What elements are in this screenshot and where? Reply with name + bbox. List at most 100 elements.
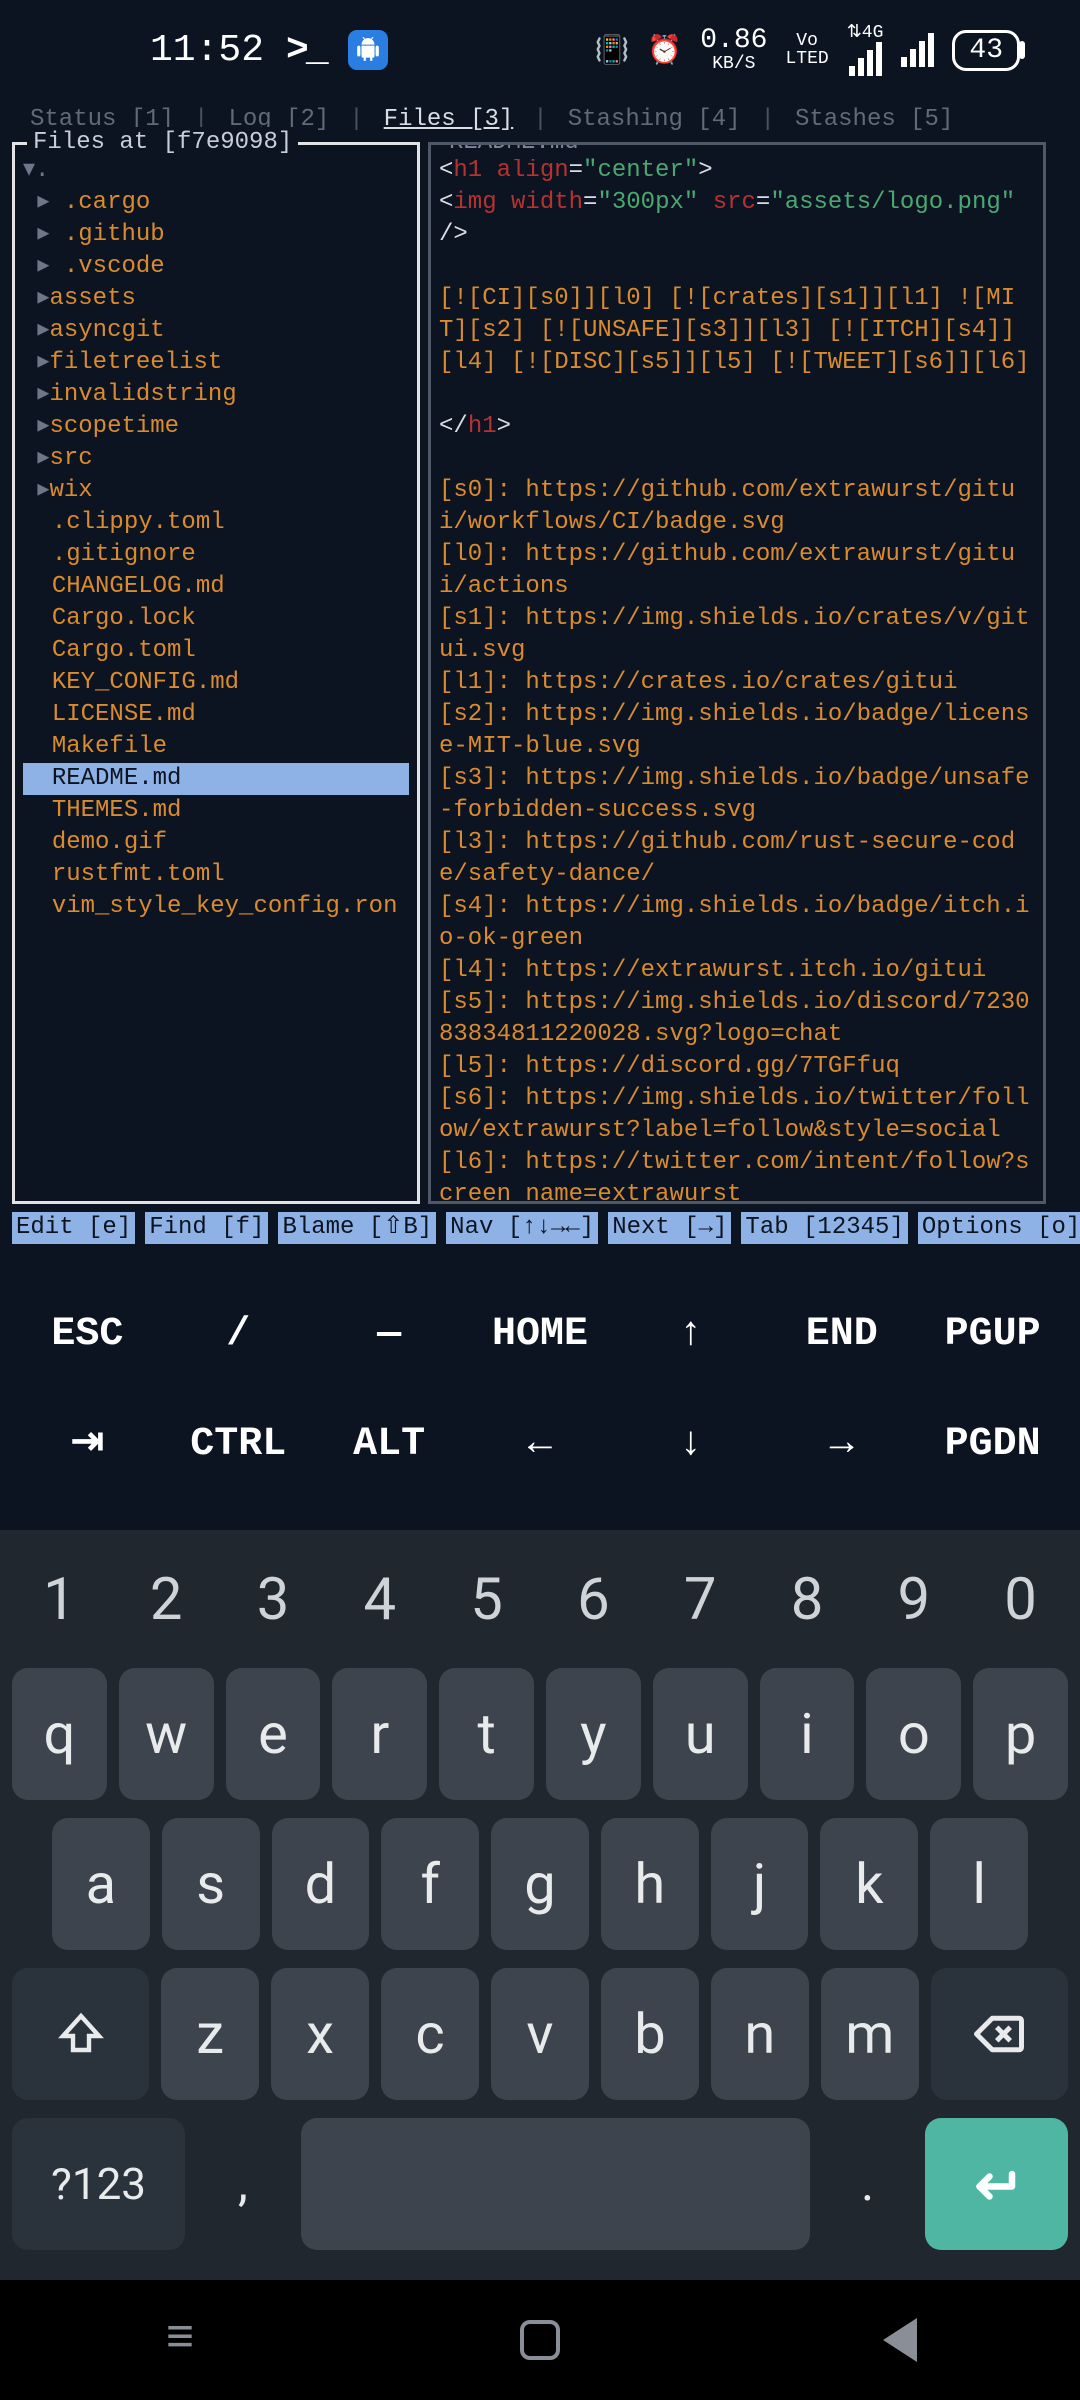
extra-key-row: ESC/—HOME↑ENDPGUP ⇥CTRLALT←↓→PGDN <box>12 1280 1068 1500</box>
tree-item[interactable]: CHANGELOG.md <box>23 571 409 603</box>
content-line <box>439 379 1035 411</box>
extra-key-esc[interactable]: ESC <box>12 1280 163 1390</box>
tree-item[interactable]: ▸wix <box>23 475 409 507</box>
extra-key-↑[interactable]: ↑ <box>615 1280 766 1390</box>
comma-key[interactable]: , <box>197 2118 289 2250</box>
extra-key-⇥[interactable]: ⇥ <box>12 1390 163 1500</box>
back-button[interactable] <box>860 2318 940 2362</box>
shift-key[interactable] <box>12 1968 149 2100</box>
key-c[interactable]: c <box>381 1968 479 2100</box>
content-line: <h1 align="center"> <box>439 155 1035 187</box>
key-w[interactable]: w <box>119 1668 214 1800</box>
tree-item[interactable]: ▸assets <box>23 283 409 315</box>
key-p[interactable]: p <box>973 1668 1068 1800</box>
extra-key-pgdn[interactable]: PGDN <box>917 1390 1068 1500</box>
tree-item[interactable]: ▸scopetime <box>23 411 409 443</box>
tree-item[interactable]: ▸filetreelist <box>23 347 409 379</box>
tree-item[interactable]: .clippy.toml <box>23 507 409 539</box>
tree-item[interactable]: README.md <box>23 763 409 795</box>
key-h[interactable]: h <box>601 1818 699 1950</box>
enter-key[interactable] <box>925 2118 1068 2250</box>
content-line: [s1]: https://img.shields.io/crates/v/gi… <box>439 603 1035 667</box>
tree-item[interactable]: demo.gif <box>23 827 409 859</box>
key-e[interactable]: e <box>226 1668 321 1800</box>
key-f[interactable]: f <box>381 1818 479 1950</box>
extra-key-/[interactable]: / <box>163 1280 314 1390</box>
tab-stashing[interactable]: Stashing [4] <box>568 104 741 136</box>
tree-item[interactable]: Cargo.toml <box>23 635 409 667</box>
extra-key-pgup[interactable]: PGUP <box>917 1280 1068 1390</box>
key-1[interactable]: 1 <box>12 1550 107 1650</box>
tree-item[interactable]: KEY_CONFIG.md <box>23 667 409 699</box>
key-0[interactable]: 0 <box>973 1550 1068 1650</box>
tree-item[interactable]: .gitignore <box>23 539 409 571</box>
space-key[interactable] <box>301 2118 810 2250</box>
terminal-viewport[interactable]: Status [1]|Log [2]|Files [3]|Stashing [4… <box>0 100 1080 1500</box>
tree-item[interactable]: ▸src <box>23 443 409 475</box>
key-d[interactable]: d <box>272 1818 370 1950</box>
key-2[interactable]: 2 <box>119 1550 214 1650</box>
key-r[interactable]: r <box>332 1668 427 1800</box>
tree-item[interactable]: rustfmt.toml <box>23 859 409 891</box>
key-8[interactable]: 8 <box>760 1550 855 1650</box>
backspace-key[interactable] <box>931 1968 1068 2100</box>
key-i[interactable]: i <box>760 1668 855 1800</box>
file-tree-pane[interactable]: Files at [f7e9098] ▾. ▸ .cargo ▸ .github… <box>12 142 420 1204</box>
content-line: </h1> <box>439 411 1035 443</box>
key-b[interactable]: b <box>601 1968 699 2100</box>
tab-files[interactable]: Files [3] <box>384 104 514 136</box>
key-t[interactable]: t <box>439 1668 534 1800</box>
soft-keyboard: 1234567890 qwertyuiop asdfghjkl zxcvbnm … <box>0 1530 1080 2280</box>
key-a[interactable]: a <box>52 1818 150 1950</box>
tree-item[interactable]: ▸ .github <box>23 219 409 251</box>
keybind-hint: Nav [↑↓→←] <box>446 1212 598 1244</box>
tree-item[interactable]: THEMES.md <box>23 795 409 827</box>
extra-key-home[interactable]: HOME <box>465 1280 616 1390</box>
extra-key-↓[interactable]: ↓ <box>615 1390 766 1500</box>
file-content-pane[interactable]: README.md <h1 align="center"><img width=… <box>428 142 1046 1204</box>
key-o[interactable]: o <box>866 1668 961 1800</box>
key-5[interactable]: 5 <box>439 1550 534 1650</box>
extra-key-ctrl[interactable]: CTRL <box>163 1390 314 1500</box>
key-q[interactable]: q <box>12 1668 107 1800</box>
key-x[interactable]: x <box>271 1968 369 2100</box>
extra-key-end[interactable]: END <box>766 1280 917 1390</box>
extra-key-alt[interactable]: ALT <box>314 1390 465 1500</box>
tab-stashes[interactable]: Stashes [5] <box>795 104 953 136</box>
symbols-key[interactable]: ?123 <box>12 2118 185 2250</box>
key-l[interactable]: l <box>930 1818 1028 1950</box>
tree-item[interactable]: Makefile <box>23 731 409 763</box>
key-9[interactable]: 9 <box>866 1550 961 1650</box>
home-button[interactable] <box>500 2320 580 2360</box>
key-4[interactable]: 4 <box>332 1550 427 1650</box>
tree-item[interactable]: LICENSE.md <box>23 699 409 731</box>
period-key[interactable]: . <box>822 2118 914 2250</box>
key-s[interactable]: s <box>162 1818 260 1950</box>
extra-key-→[interactable]: → <box>766 1390 917 1500</box>
content-line: [s2]: https://img.shields.io/badge/licen… <box>439 699 1035 763</box>
extra-key-←[interactable]: ← <box>465 1390 616 1500</box>
recents-button[interactable]: ≡ <box>140 2313 220 2367</box>
key-k[interactable]: k <box>820 1818 918 1950</box>
key-3[interactable]: 3 <box>226 1550 321 1650</box>
key-7[interactable]: 7 <box>653 1550 748 1650</box>
tree-item[interactable]: ▸ .cargo <box>23 187 409 219</box>
key-6[interactable]: 6 <box>546 1550 641 1650</box>
key-m[interactable]: m <box>821 1968 919 2100</box>
key-n[interactable]: n <box>711 1968 809 2100</box>
tree-item[interactable]: ▸asyncgit <box>23 315 409 347</box>
key-j[interactable]: j <box>711 1818 809 1950</box>
key-z[interactable]: z <box>161 1968 259 2100</box>
key-u[interactable]: u <box>653 1668 748 1800</box>
file-tree[interactable]: ▾. ▸ .cargo ▸ .github ▸ .vscode ▸assets … <box>23 155 409 923</box>
tree-item[interactable]: vim_style_key_config.ron <box>23 891 409 923</box>
content-line: [s0]: https://github.com/extrawurst/gitu… <box>439 475 1035 539</box>
extra-key-—[interactable]: — <box>314 1280 465 1390</box>
tree-item[interactable]: ▸invalidstring <box>23 379 409 411</box>
tree-item[interactable]: ▾. <box>23 155 409 187</box>
tree-item[interactable]: Cargo.lock <box>23 603 409 635</box>
key-g[interactable]: g <box>491 1818 589 1950</box>
key-v[interactable]: v <box>491 1968 589 2100</box>
key-y[interactable]: y <box>546 1668 641 1800</box>
tree-item[interactable]: ▸ .vscode <box>23 251 409 283</box>
